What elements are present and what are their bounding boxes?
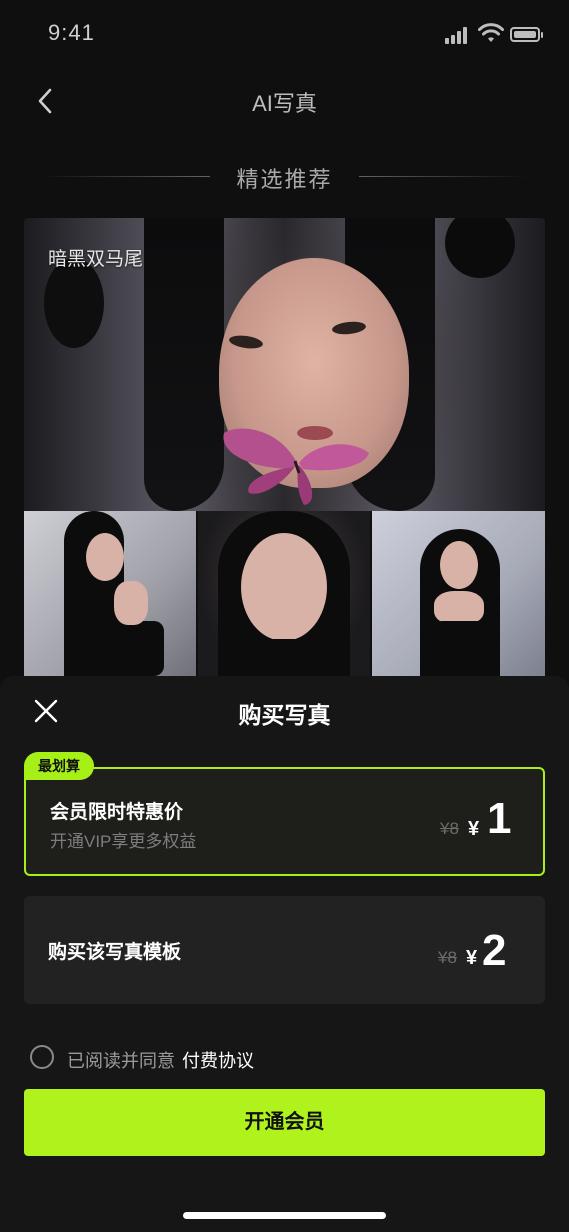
- sample-photo[interactable]: [198, 511, 370, 676]
- currency-symbol: ¥: [468, 818, 480, 840]
- status-bar: 9:41: [0, 0, 569, 70]
- currency-symbol: ¥: [466, 947, 478, 969]
- battery-icon: [510, 27, 540, 42]
- price-value: 1: [487, 794, 512, 843]
- sample-photo-grid: [24, 511, 545, 676]
- best-value-badge: 最划算: [24, 752, 94, 780]
- section-header: 精选推荐: [0, 160, 569, 192]
- status-time: 9:41: [48, 20, 95, 45]
- open-membership-button[interactable]: 开通会员: [24, 1089, 545, 1156]
- original-price: ¥8: [438, 948, 457, 967]
- template-name: 暗黑双马尾: [48, 249, 144, 270]
- template-cover-photo[interactable]: 暗黑双马尾: [24, 218, 545, 511]
- agreement-checkbox[interactable]: [30, 1045, 54, 1069]
- sample-photo[interactable]: [372, 511, 545, 676]
- divider-right: [359, 176, 529, 177]
- price-value: 2: [482, 926, 507, 975]
- page-title: AI写真: [252, 91, 317, 116]
- sheet-title: 购买写真: [238, 702, 331, 728]
- original-price: ¥8: [440, 819, 459, 838]
- option-member-price[interactable]: 会员限时特惠价 开通VIP享更多权益 ¥8 ¥ 1: [24, 767, 545, 876]
- payment-agreement-link[interactable]: 付费协议: [182, 1047, 254, 1073]
- option-title: 会员限时特惠价: [50, 802, 184, 823]
- home-indicator: [183, 1212, 386, 1219]
- section-title: 精选推荐: [236, 167, 333, 192]
- option-title: 购买该写真模板: [48, 942, 182, 963]
- sample-photo[interactable]: [24, 511, 196, 676]
- butterfly-image: [223, 428, 369, 505]
- agreement-text: 已阅读并同意: [67, 1051, 175, 1071]
- option-buy-template[interactable]: 购买该写真模板 ¥8 ¥ 2: [24, 896, 545, 1004]
- option-subtitle: 开通VIP享更多权益: [50, 832, 197, 851]
- signal-icon: [445, 26, 471, 44]
- wifi-icon: [478, 23, 504, 42]
